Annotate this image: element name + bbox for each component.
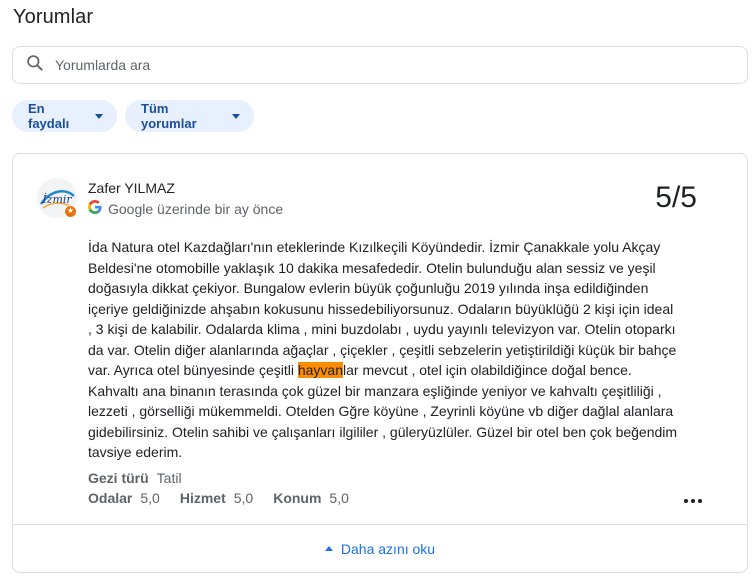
read-less-button[interactable]: Daha azını oku	[13, 524, 747, 573]
review-text: İda Natura otel Kazdağları'nın eteklerin…	[88, 237, 678, 463]
sort-dropdown-button[interactable]: En faydalı	[12, 100, 117, 132]
trip-type-value: Tatil	[156, 470, 182, 486]
review-source: Google üzerinde bir ay önce	[88, 200, 283, 217]
score-service: Hizmet 5,0	[180, 490, 253, 506]
more-options-icon[interactable]	[681, 494, 705, 508]
chevron-down-icon	[232, 113, 240, 119]
trip-type-label: Gezi türü	[88, 470, 149, 486]
score-rooms: Odalar 5,0	[88, 490, 160, 506]
search-input[interactable]	[55, 57, 695, 73]
avatar-logo-text: İzmir	[41, 192, 72, 206]
search-highlight: hayvan	[297, 362, 344, 378]
sort-label: En faydalı	[28, 101, 70, 131]
score-label: Hizmet	[179, 490, 226, 506]
filter-label: Tüm yorumlar	[141, 101, 197, 131]
chevron-down-icon	[95, 113, 103, 119]
rating-score: 5/5	[655, 181, 697, 214]
reviewer-name[interactable]: Zafer YILMAZ	[88, 180, 175, 196]
score-location: Konum 5,0	[273, 490, 349, 506]
read-less-label: Daha azını oku	[340, 540, 436, 557]
trip-type: Gezi türü Tatil	[88, 470, 182, 486]
review-text-part: İda Natura otel Kazdağları'nın eteklerin…	[88, 239, 677, 378]
score-value: 5,0	[140, 490, 160, 506]
review-date: Google üzerinde bir ay önce	[108, 200, 284, 217]
review-card: İzmir ★ Zafer YILMAZ Google üzerinde bir…	[12, 153, 748, 573]
score-value: 5,0	[329, 490, 349, 506]
score-label: Odalar	[88, 490, 133, 506]
page-title: Yorumlar	[13, 6, 94, 28]
local-guide-badge-icon: ★	[64, 205, 77, 218]
google-logo-icon	[88, 200, 108, 217]
score-label: Konum	[273, 490, 322, 506]
score-value: 5,0	[233, 490, 254, 506]
search-icon	[25, 53, 45, 78]
search-box[interactable]	[12, 46, 748, 84]
filter-dropdown-button[interactable]: Tüm yorumlar	[125, 100, 254, 132]
category-scores: Odalar 5,0 Hizmet 5,0 Konum 5,0	[88, 490, 369, 506]
chevron-up-icon	[324, 546, 333, 551]
